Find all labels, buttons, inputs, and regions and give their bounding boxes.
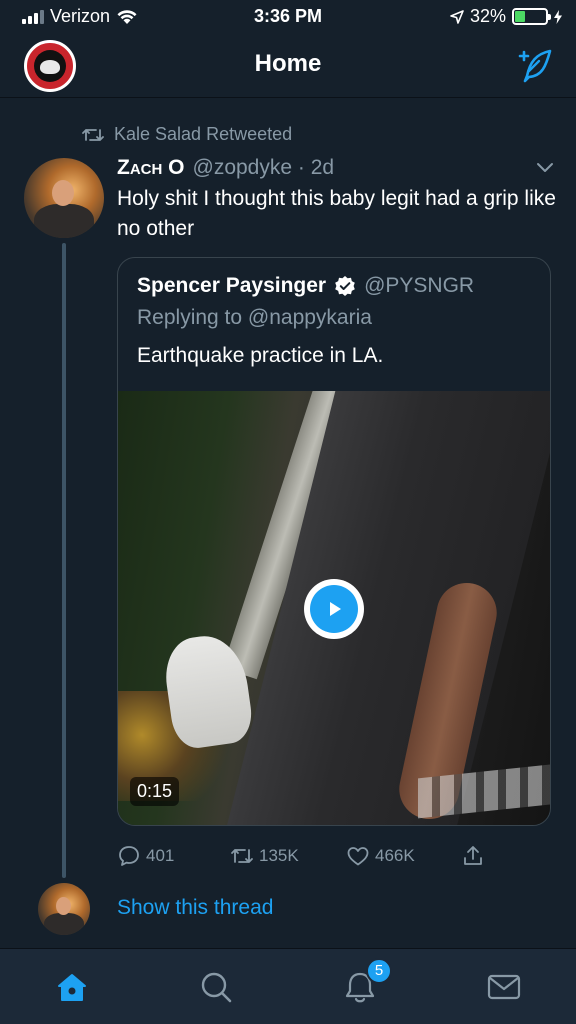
author-avatar[interactable] — [24, 158, 104, 238]
charging-bolt-icon — [554, 9, 562, 24]
bottom-tab-bar — [0, 948, 576, 1024]
author-handle-time: @zopdyke · 2d — [192, 156, 335, 179]
retweet-count: 135K — [259, 846, 299, 865]
like-action[interactable]: 466K — [346, 844, 415, 868]
quoted-tweet-card[interactable]: Spencer Paysinger @PYSNGR Replying to @n… — [117, 257, 551, 826]
like-count: 466K — [375, 846, 415, 865]
location-arrow-icon — [450, 9, 464, 24]
battery-percent: 32% — [469, 6, 506, 26]
status-right: 32% — [450, 6, 562, 27]
avatar-body — [34, 204, 94, 238]
search-icon[interactable] — [196, 967, 236, 1007]
tweet-author-row: Zach O @zopdyke · 2d — [117, 156, 334, 180]
messages-envelope-icon[interactable] — [484, 967, 524, 1007]
compose-tweet-icon[interactable] — [514, 46, 554, 86]
reply-action[interactable]: 401 — [117, 844, 174, 868]
reply-icon — [119, 846, 139, 866]
avatar-face — [56, 897, 71, 915]
home-icon[interactable] — [52, 967, 92, 1007]
retweet-indicator: Kale Salad Retweeted — [82, 124, 292, 145]
retweet-action[interactable]: 135K — [230, 844, 299, 868]
verified-badge-icon — [335, 276, 355, 296]
status-bar: Verizon 3:36 PM 32% — [0, 0, 576, 34]
video-player[interactable]: 0:15 — [118, 391, 550, 825]
tweet-actions: 401 135K 466K — [117, 844, 557, 872]
retweeted-by-label[interactable]: Kale Salad Retweeted — [114, 124, 292, 145]
thread-connector-line — [62, 243, 66, 878]
tweet-text: Holy shit I thought this baby legit had … — [117, 187, 556, 240]
heart-icon — [347, 847, 369, 866]
share-action[interactable] — [461, 844, 485, 868]
chevron-down-icon[interactable] — [536, 158, 554, 176]
battery-icon — [512, 8, 551, 25]
reply-count: 401 — [146, 846, 175, 865]
nav-header: Home — [0, 34, 576, 98]
notifications-badge: 5 — [366, 958, 392, 984]
play-button[interactable] — [304, 579, 364, 639]
avatar-body — [44, 913, 84, 935]
page-title: Home — [254, 50, 322, 77]
quoted-author-row: Spencer Paysinger @PYSNGR — [137, 274, 474, 298]
battery-fill — [515, 11, 525, 22]
share-icon — [464, 846, 482, 865]
replying-to-label: Replying to @nappykaria — [137, 306, 372, 329]
quoted-author-name: Spencer Paysinger — [137, 274, 327, 297]
quoted-author-handle: @PYSNGR — [364, 274, 475, 297]
video-duration: 0:15 — [130, 777, 180, 806]
author-name[interactable]: Zach O — [117, 156, 185, 180]
quoted-tweet-text: Earthquake practice in LA. — [137, 344, 384, 367]
play-icon — [310, 585, 358, 633]
thread-author-avatar[interactable] — [38, 883, 90, 935]
avatar-face — [52, 180, 74, 206]
retweet-small-icon — [82, 128, 104, 141]
show-thread-link[interactable]: Show this thread — [117, 896, 273, 920]
retweet-icon — [231, 849, 253, 863]
